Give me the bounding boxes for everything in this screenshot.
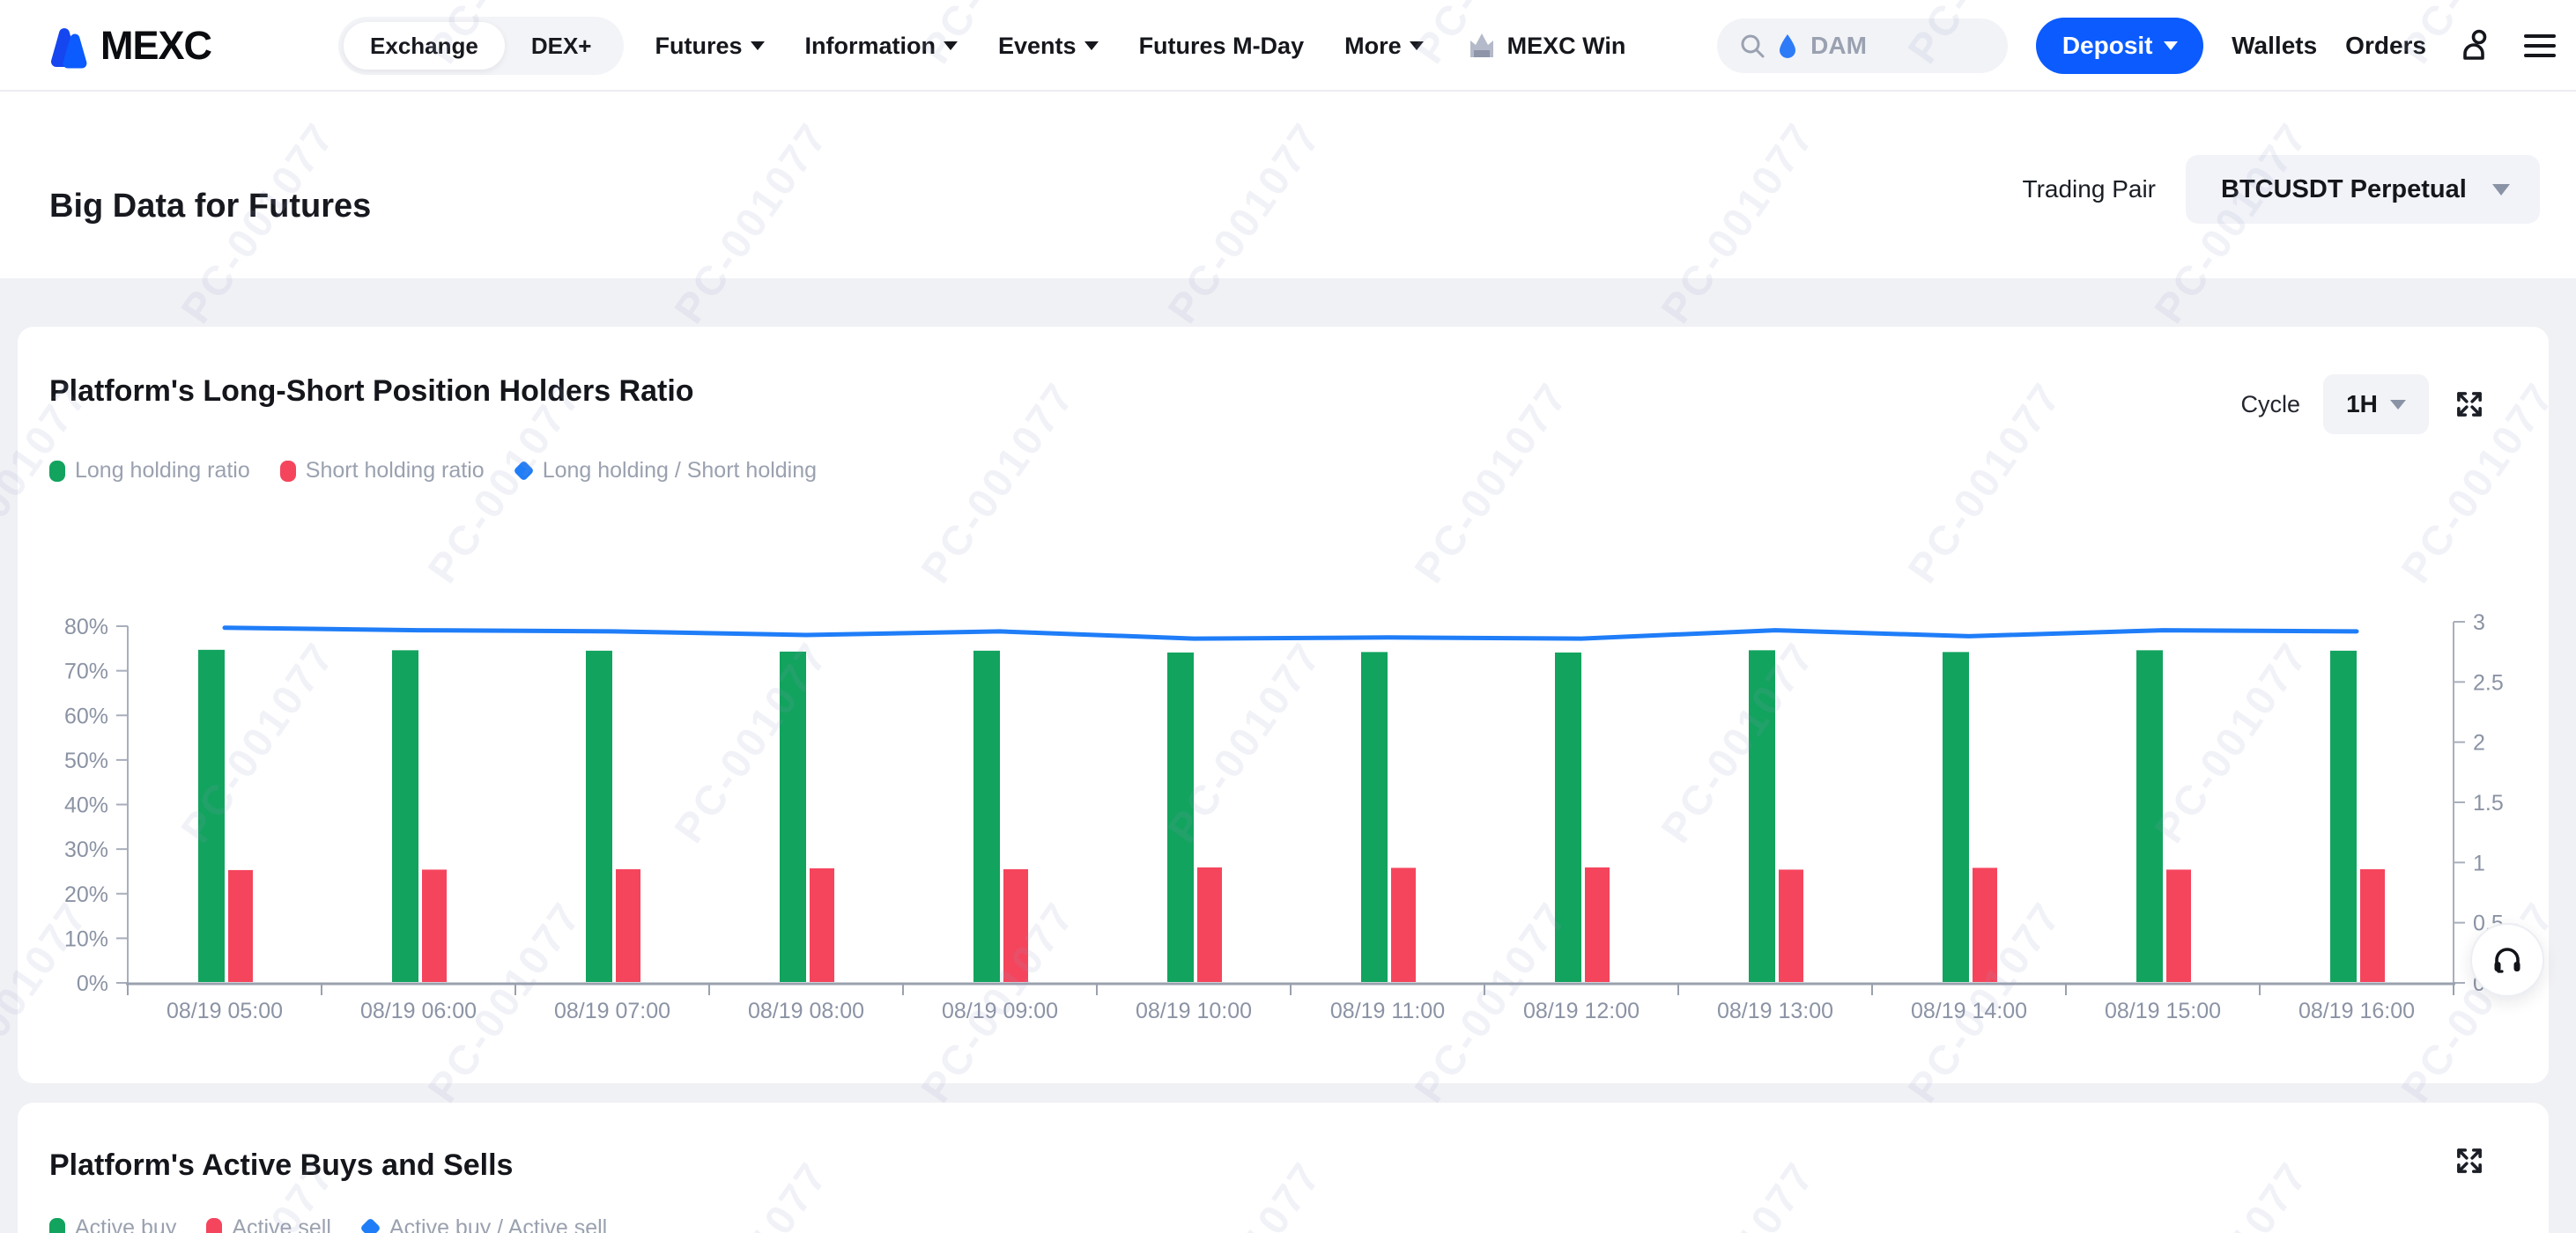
svg-text:80%: 80% [64, 615, 108, 639]
svg-text:2: 2 [2473, 731, 2485, 756]
mexc-logo-text: MEXC [100, 23, 211, 69]
nav-mexc-win[interactable]: MEXC Win [1464, 29, 1626, 63]
svg-text:08/19 11:00: 08/19 11:00 [1330, 999, 1445, 1023]
svg-text:50%: 50% [64, 749, 108, 773]
chevron-down-icon [2390, 400, 2406, 410]
search-box[interactable] [1717, 18, 2008, 73]
chevron-down-icon [2492, 184, 2510, 196]
account-button[interactable] [2454, 26, 2493, 65]
card2-title: Platform's Active Buys and Sells [49, 1148, 513, 1183]
page: MEXC Exchange DEX+ Futures Information E… [0, 0, 2576, 1233]
svg-text:2.5: 2.5 [2473, 670, 2504, 695]
mexc-win-icon [1464, 29, 1499, 63]
legend-long-holding-ratio[interactable]: Long holding ratio [49, 458, 250, 484]
nav-futures-m-day[interactable]: Futures M-Day [1139, 33, 1305, 60]
mexc-logo-icon [46, 21, 92, 70]
trading-pair-select[interactable]: BTCUSDT Perpetual [2186, 155, 2540, 224]
top-navigation-bar: MEXC Exchange DEX+ Futures Information E… [0, 0, 2576, 92]
hamburger-icon [2521, 31, 2558, 61]
svg-text:60%: 60% [64, 704, 108, 728]
mexc-logo[interactable]: MEXC [46, 21, 211, 70]
trading-pair-value: BTCUSDT Perpetual [2221, 175, 2492, 204]
legend-active-buy-sell-line[interactable]: Active buy / Active sell [361, 1215, 607, 1233]
main-nav: Futures Information Events Futures M-Day… [655, 29, 1626, 63]
svg-text:40%: 40% [64, 794, 108, 818]
svg-text:08/19 12:00: 08/19 12:00 [1523, 999, 1640, 1023]
card1-legend: Long holding ratio Short holding ratio L… [49, 458, 817, 484]
svg-text:1.5: 1.5 [2473, 791, 2504, 816]
cycle-select[interactable]: 1H [2323, 374, 2429, 434]
legend-active-sell[interactable]: Active sell [206, 1215, 331, 1233]
red-swatch-icon [280, 461, 296, 482]
chevron-down-icon [944, 41, 958, 50]
support-button[interactable] [2470, 923, 2544, 997]
svg-text:70%: 70% [64, 660, 108, 684]
svg-text:08/19 09:00: 08/19 09:00 [942, 999, 1058, 1023]
svg-text:08/19 14:00: 08/19 14:00 [1911, 999, 2027, 1023]
legend-long-short-ratio-line[interactable]: Long holding / Short holding [514, 458, 817, 484]
fullscreen-button[interactable] [2452, 387, 2487, 422]
svg-text:08/19 13:00: 08/19 13:00 [1717, 999, 1833, 1023]
chevron-down-icon [1410, 41, 1424, 50]
card1-title: Platform's Long-Short Position Holders R… [49, 374, 694, 409]
svg-text:08/19 16:00: 08/19 16:00 [2298, 999, 2415, 1023]
cycle-label: Cycle [2240, 391, 2300, 418]
search-icon [1738, 32, 1766, 60]
search-input[interactable] [1809, 31, 1967, 61]
svg-text:3: 3 [2473, 610, 2485, 635]
nav-events[interactable]: Events [998, 33, 1099, 60]
svg-text:08/19 15:00: 08/19 15:00 [2105, 999, 2221, 1023]
token-droplet-icon [1777, 33, 1798, 59]
toggle-dex[interactable]: DEX+ [505, 22, 618, 70]
fullscreen-button[interactable] [2452, 1143, 2487, 1178]
green-swatch-icon [49, 461, 65, 482]
deposit-button[interactable]: Deposit [2036, 18, 2203, 74]
nav-more[interactable]: More [1344, 33, 1424, 60]
red-swatch-icon [206, 1218, 222, 1233]
svg-text:08/19 10:00: 08/19 10:00 [1136, 999, 1252, 1023]
blue-diamond-icon [359, 1217, 381, 1233]
nav-information[interactable]: Information [805, 33, 959, 60]
orders-link[interactable]: Orders [2345, 32, 2426, 60]
expand-icon [2453, 388, 2486, 421]
menu-button[interactable] [2521, 31, 2558, 61]
svg-text:20%: 20% [64, 882, 108, 907]
market-toggle: Exchange DEX+ [338, 17, 623, 75]
svg-text:08/19 06:00: 08/19 06:00 [360, 999, 477, 1023]
headset-icon [2488, 941, 2527, 979]
svg-text:08/19 07:00: 08/19 07:00 [554, 999, 670, 1023]
svg-text:08/19 08:00: 08/19 08:00 [748, 999, 864, 1023]
trading-pair-label: Trading Pair [2023, 175, 2156, 203]
card2-legend: Active buy Active sell Active buy / Acti… [49, 1215, 607, 1233]
svg-text:30%: 30% [64, 838, 108, 862]
trading-pair-row: Trading Pair BTCUSDT Perpetual [2023, 155, 2540, 224]
legend-active-buy[interactable]: Active buy [49, 1215, 176, 1233]
svg-text:0%: 0% [77, 971, 108, 996]
long-short-ratio-chart[interactable]: 0%10%20%30%40%50%60%70%80%00.511.522.530… [0, 581, 2576, 1039]
blue-diamond-icon [513, 460, 534, 481]
chevron-down-icon [751, 41, 765, 50]
user-icon [2454, 26, 2493, 65]
legend-short-holding-ratio[interactable]: Short holding ratio [280, 458, 485, 484]
expand-icon [2453, 1144, 2486, 1178]
green-swatch-icon [49, 1218, 65, 1233]
page-title: Big Data for Futures [49, 188, 371, 225]
cycle-value: 1H [2346, 390, 2378, 418]
svg-text:08/19 05:00: 08/19 05:00 [167, 999, 283, 1023]
svg-text:1: 1 [2473, 851, 2485, 875]
toggle-exchange[interactable]: Exchange [344, 22, 505, 70]
chevron-down-icon [1084, 41, 1099, 50]
chevron-down-icon [2164, 41, 2178, 50]
cycle-row: Cycle 1H [2240, 374, 2487, 434]
wallets-link[interactable]: Wallets [2232, 32, 2317, 60]
active-buys-sells-card: Platform's Active Buys and Sells Active … [18, 1103, 2549, 1233]
nav-futures[interactable]: Futures [655, 33, 765, 60]
svg-text:10%: 10% [64, 927, 108, 951]
